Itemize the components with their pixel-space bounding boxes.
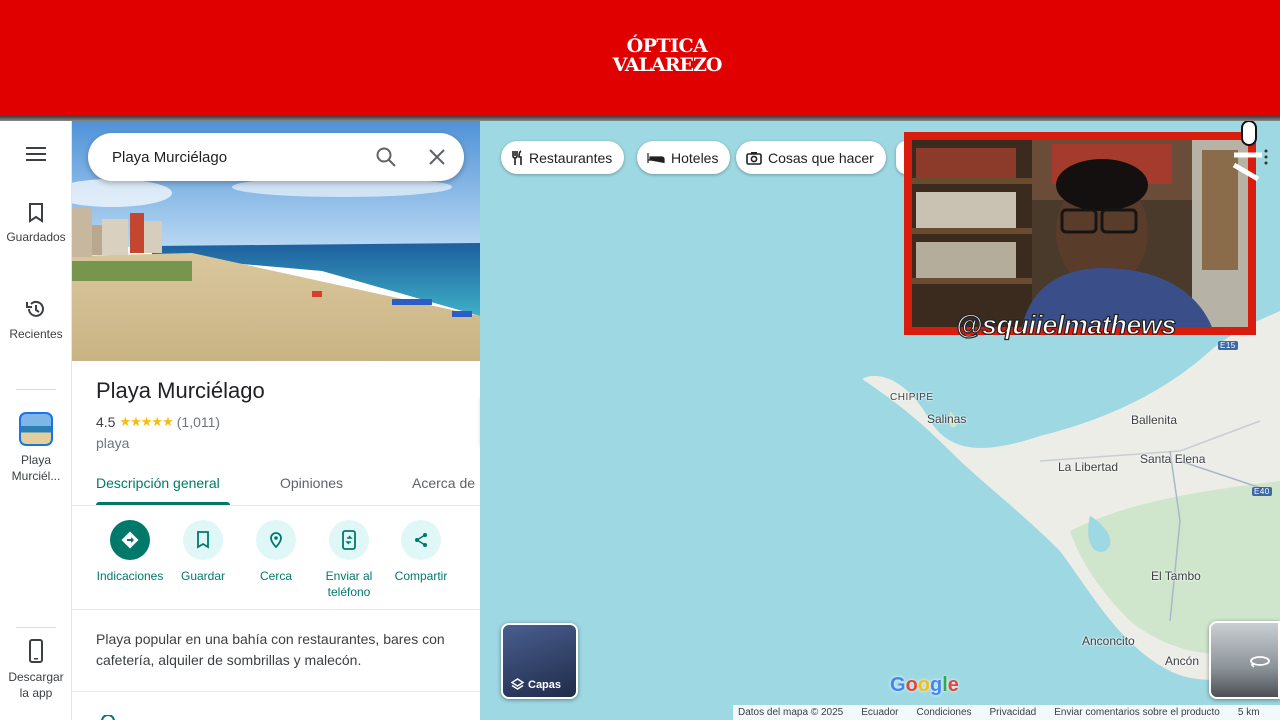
footer-terms-link[interactable]: Condiciones — [916, 707, 971, 718]
chip-label: Cosas que hacer — [768, 149, 874, 166]
hamburger-menu-icon[interactable] — [26, 147, 46, 161]
route-shield-e15: E15 — [1218, 341, 1238, 350]
review-count[interactable]: (1,011) — [177, 414, 220, 430]
search-input[interactable] — [112, 133, 362, 181]
map-label-santa-elena[interactable]: Santa Elena — [1140, 452, 1205, 466]
footer-country-link[interactable]: Ecuador — [861, 707, 898, 718]
map-label-salinas[interactable]: Salinas — [927, 412, 966, 426]
layers-label: Capas — [511, 678, 561, 691]
layers-button[interactable]: Capas — [501, 623, 578, 699]
search-box[interactable] — [88, 133, 464, 181]
map-label-el-tambo[interactable]: El Tambo — [1151, 569, 1201, 583]
save-button[interactable]: Guardar — [163, 520, 243, 584]
section-divider — [72, 691, 480, 692]
map-scale[interactable]: 5 km — [1238, 707, 1260, 718]
google-logo: Google — [890, 674, 959, 696]
place-category[interactable]: playa — [96, 435, 129, 451]
rating-value: 4.5 — [96, 414, 116, 430]
rotate-360-icon — [1250, 656, 1270, 668]
directions-button[interactable]: Indicaciones — [90, 520, 170, 584]
place-tabs: Descripción general Opiniones Acerca de — [72, 463, 480, 506]
menu-button[interactable] — [0, 147, 72, 167]
action-label: Cerca — [259, 569, 292, 583]
nearby-button[interactable]: Cerca — [236, 520, 316, 584]
place-thumbnail — [19, 412, 53, 446]
rail-item-label: Guardados — [6, 230, 66, 244]
rail-item-label: Descargar la app — [8, 670, 64, 700]
phone-icon — [29, 639, 43, 663]
logo-line-2: VALAREZO — [612, 54, 723, 76]
map-footer: Datos del mapa © 2025 Ecuador Condicione… — [733, 705, 1280, 720]
bookmark-icon — [197, 531, 209, 549]
map-label-ballenita[interactable]: Ballenita — [1131, 413, 1177, 427]
history-icon — [26, 300, 44, 317]
send-to-phone-button[interactable]: Enviar al teléfono — [309, 520, 389, 600]
send-to-phone-icon — [342, 530, 356, 550]
route-shield-e40: E40 — [1252, 487, 1272, 496]
rail-divider — [16, 389, 56, 390]
star-rating-icon: ★★★★★ — [119, 414, 173, 429]
share-icon — [415, 533, 427, 547]
chip-label: Hoteles — [671, 149, 719, 166]
rail-item-recent[interactable]: Recientes — [0, 298, 72, 342]
street-view-thumbnail[interactable] — [1209, 621, 1280, 699]
rail-item-label: Playa Murciél... — [11, 453, 61, 483]
place-title: Playa Murciélago — [96, 378, 265, 403]
address-pin-icon — [101, 715, 115, 720]
action-label: Enviar al teléfono — [325, 569, 373, 599]
optica-valarezo-logo: ÓPTICA VALAREZO — [604, 37, 730, 75]
footer-privacy-link[interactable]: Privacidad — [990, 707, 1037, 718]
rail-divider — [16, 627, 56, 628]
action-buttons: Indicaciones Guardar Cerca Enviar al tel… — [72, 506, 480, 610]
tab-overview[interactable]: Descripción general — [96, 475, 220, 491]
map-label-anconcito[interactable]: Anconcito — [1082, 634, 1135, 648]
share-button[interactable]: Compartir — [381, 520, 461, 584]
left-rail: Guardados Recientes Playa Murciél... Des… — [0, 121, 72, 720]
layers-icon — [511, 678, 524, 690]
camera-icon — [746, 151, 762, 165]
place-panel: Playa Murciélago 4.5 ★★★★★ (1,011) playa… — [72, 121, 480, 720]
rail-item-download-app[interactable]: Descargar la app — [0, 639, 72, 701]
tab-reviews[interactable]: Opiniones — [280, 475, 343, 491]
search-icon[interactable] — [374, 145, 398, 169]
map-label-chipipe[interactable]: CHIPIPE — [890, 392, 934, 403]
map-label-la-libertad[interactable]: La Libertad — [1058, 460, 1118, 474]
rail-item-recent-place[interactable]: Playa Murciél... — [0, 412, 72, 484]
fork-knife-icon — [512, 149, 522, 165]
map-label-ancon[interactable]: Ancón — [1165, 654, 1199, 668]
action-label: Compartir — [394, 569, 448, 583]
rail-item-saved[interactable]: Guardados — [0, 203, 72, 245]
map-data-attribution: Datos del mapa © 2025 — [738, 707, 844, 718]
active-tab-indicator — [96, 502, 230, 505]
action-label: Guardar — [180, 569, 226, 583]
sponsor-banner: ÓPTICA VALAREZO — [0, 0, 1280, 116]
footer-feedback-link[interactable]: Enviar comentarios sobre el producto — [1054, 707, 1220, 718]
bookmark-icon — [29, 203, 43, 223]
filter-chip-things-to-do[interactable]: Cosas que hacer — [736, 141, 886, 174]
action-label: Indicaciones — [96, 569, 164, 583]
close-icon[interactable] — [425, 145, 449, 169]
bed-icon — [647, 152, 665, 163]
chip-label: Restaurantes — [529, 149, 613, 166]
filter-chip-restaurants[interactable]: Restaurantes — [501, 141, 625, 174]
place-description: Playa popular en una bahía con restauran… — [96, 631, 445, 668]
streamer-handle: @squiielmathews — [955, 309, 1177, 340]
tab-about[interactable]: Acerca de — [412, 475, 475, 491]
webcam-overlay — [904, 132, 1256, 335]
rail-item-label: Recientes — [9, 327, 63, 341]
webcam-video-image — [912, 140, 1248, 327]
filter-chip-hotels[interactable]: Hoteles — [637, 141, 731, 174]
nearby-icon — [270, 532, 282, 549]
directions-icon — [121, 531, 139, 549]
rating-row: 4.5 ★★★★★ (1,011) — [96, 414, 220, 430]
stream-overlay-marks — [1232, 120, 1268, 191]
layers-text: Capas — [528, 678, 562, 691]
